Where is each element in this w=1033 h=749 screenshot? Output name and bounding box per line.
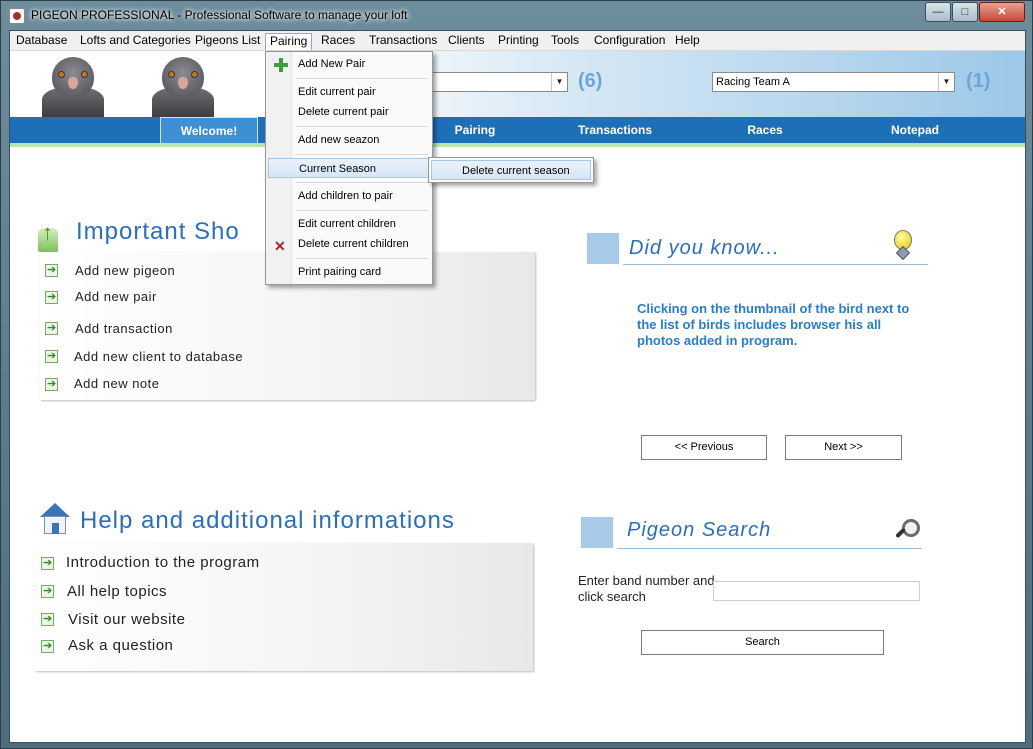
menu-database[interactable]: Database bbox=[12, 33, 71, 50]
shortcut-add-new-pigeon[interactable]: Add new pigeon bbox=[75, 263, 175, 278]
title-bar[interactable]: PIGEON PROFESSIONAL - Professional Softw… bbox=[1, 1, 1032, 29]
shortcut-add-new-note[interactable]: Add new note bbox=[74, 376, 160, 391]
menu-print-pairing-card[interactable]: Print pairing card bbox=[268, 262, 430, 282]
menu-tools[interactable]: Tools bbox=[547, 33, 583, 50]
menu-printing[interactable]: Printing bbox=[494, 33, 543, 50]
client-area: Database Lofts and Categories Pigeons Li… bbox=[9, 30, 1026, 743]
menu-separator bbox=[296, 210, 428, 211]
maximize-button[interactable]: □ bbox=[952, 2, 978, 22]
arrow-right-icon bbox=[41, 612, 54, 626]
tab-divider bbox=[10, 143, 1025, 147]
menu-pairing[interactable]: Pairing bbox=[265, 33, 313, 50]
menu-lofts-and-categories[interactable]: Lofts and Categories bbox=[76, 33, 195, 50]
loft-combo[interactable]: ▼ bbox=[420, 72, 568, 92]
shortcut-add-new-pair[interactable]: Add new pair bbox=[75, 289, 157, 304]
current-season-submenu: Delete current season bbox=[428, 157, 594, 183]
tab-welcome[interactable]: Welcome! bbox=[160, 117, 258, 143]
menu-delete-current-pair[interactable]: Delete current pair bbox=[268, 102, 430, 122]
pigeon-image bbox=[150, 53, 216, 119]
tab-notepad[interactable]: Notepad bbox=[870, 117, 960, 143]
menu-help[interactable]: Help bbox=[671, 33, 704, 50]
help-ask-question-link[interactable]: Ask a question bbox=[68, 637, 173, 654]
loft-count: (6) bbox=[578, 70, 603, 92]
did-you-know-title: Did you know... bbox=[629, 237, 780, 259]
home-icon bbox=[38, 503, 72, 535]
menu-add-new-seazon[interactable]: Add new seazon bbox=[268, 130, 430, 150]
menu-configuration[interactable]: Configuration bbox=[590, 33, 669, 50]
arrow-right-icon bbox=[41, 639, 54, 653]
title-underline bbox=[623, 264, 928, 265]
window-title: PIGEON PROFESSIONAL - Professional Softw… bbox=[31, 8, 408, 22]
band-number-label: Enter band number and click search bbox=[578, 573, 715, 604]
shortcut-icon bbox=[34, 220, 64, 252]
app-icon bbox=[9, 8, 25, 24]
arrow-right-icon bbox=[45, 349, 58, 363]
help-introduction-link[interactable]: Introduction to the program bbox=[66, 554, 260, 571]
lightbulb-icon bbox=[890, 230, 914, 258]
arrow-right-icon bbox=[45, 290, 58, 304]
tab-transactions[interactable]: Transactions bbox=[560, 117, 670, 143]
shortcut-add-new-client[interactable]: Add new client to database bbox=[74, 349, 243, 364]
shortcut-add-transaction[interactable]: Add transaction bbox=[75, 321, 173, 336]
menu-add-children-to-pair[interactable]: Add children to pair bbox=[268, 186, 430, 206]
tab-races[interactable]: Races bbox=[725, 117, 805, 143]
menu-add-new-pair[interactable]: Add New Pair bbox=[268, 54, 430, 74]
plus-icon bbox=[274, 58, 288, 72]
chevron-down-icon: ▼ bbox=[938, 73, 954, 91]
menu-separator bbox=[296, 126, 428, 127]
arrow-right-icon bbox=[41, 556, 54, 570]
help-website-link[interactable]: Visit our website bbox=[68, 611, 185, 628]
chevron-down-icon: ▼ bbox=[551, 73, 567, 91]
menu-races[interactable]: Races bbox=[317, 33, 359, 50]
team-combo[interactable]: Racing Team A ▼ bbox=[712, 72, 955, 92]
menu-edit-current-pair[interactable]: Edit current pair bbox=[268, 82, 430, 102]
tab-pairing[interactable]: Pairing bbox=[430, 117, 520, 143]
menu-edit-current-children[interactable]: Edit current children bbox=[268, 214, 430, 234]
arrow-right-icon bbox=[41, 584, 54, 598]
menu-current-season[interactable]: Current Season bbox=[268, 158, 430, 178]
search-icon bbox=[893, 518, 920, 544]
close-button[interactable]: ✕ bbox=[979, 2, 1025, 22]
menu-separator bbox=[296, 154, 428, 155]
tip-text: Clicking on the thumbnail of the bird ne… bbox=[637, 301, 910, 348]
pairing-dropdown-menu: Add New Pair Edit current pair Delete cu… bbox=[265, 51, 433, 285]
help-all-topics-link[interactable]: All help topics bbox=[67, 583, 167, 600]
pigeon-image bbox=[40, 53, 106, 119]
section-marker bbox=[587, 233, 619, 264]
minimize-button[interactable]: — bbox=[925, 2, 951, 22]
title-underline bbox=[617, 548, 922, 549]
menu-pigeons-list[interactable]: Pigeons List bbox=[191, 33, 264, 50]
band-number-input[interactable] bbox=[713, 581, 920, 601]
app-window: PIGEON PROFESSIONAL - Professional Softw… bbox=[0, 0, 1033, 749]
arrow-right-icon bbox=[45, 377, 58, 391]
next-tip-button[interactable]: Next >> bbox=[785, 435, 902, 460]
menu-item-label: Delete current children bbox=[298, 238, 409, 250]
menu-bar: Database Lofts and Categories Pigeons Li… bbox=[10, 31, 1025, 51]
menu-delete-current-season[interactable]: Delete current season bbox=[431, 160, 591, 180]
header-banner: ▼ (6) Racing Team A ▼ (1) bbox=[10, 51, 1025, 119]
arrow-right-icon bbox=[45, 321, 58, 335]
menu-clients[interactable]: Clients bbox=[444, 33, 489, 50]
menu-separator bbox=[296, 258, 428, 259]
section-marker bbox=[581, 517, 613, 548]
search-button[interactable]: Search bbox=[641, 630, 884, 655]
tab-bar: Welcome! Pairing Transactions Races Note… bbox=[10, 117, 1025, 143]
help-title: Help and additional informations bbox=[80, 507, 455, 534]
team-count: (1) bbox=[966, 70, 991, 92]
team-combo-value: Racing Team A bbox=[716, 76, 790, 88]
pigeon-search-title: Pigeon Search bbox=[627, 519, 772, 541]
previous-tip-button[interactable]: << Previous bbox=[641, 435, 767, 460]
menu-separator bbox=[296, 182, 428, 183]
shortcuts-title: Important Sho bbox=[76, 218, 240, 245]
delete-x-icon: ✕ bbox=[274, 238, 286, 254]
menu-separator bbox=[296, 78, 428, 79]
menu-transactions[interactable]: Transactions bbox=[365, 33, 441, 50]
menu-delete-current-children[interactable]: ✕ Delete current children bbox=[268, 234, 430, 254]
menu-item-label: Add New Pair bbox=[298, 58, 366, 70]
arrow-right-icon bbox=[45, 263, 58, 277]
